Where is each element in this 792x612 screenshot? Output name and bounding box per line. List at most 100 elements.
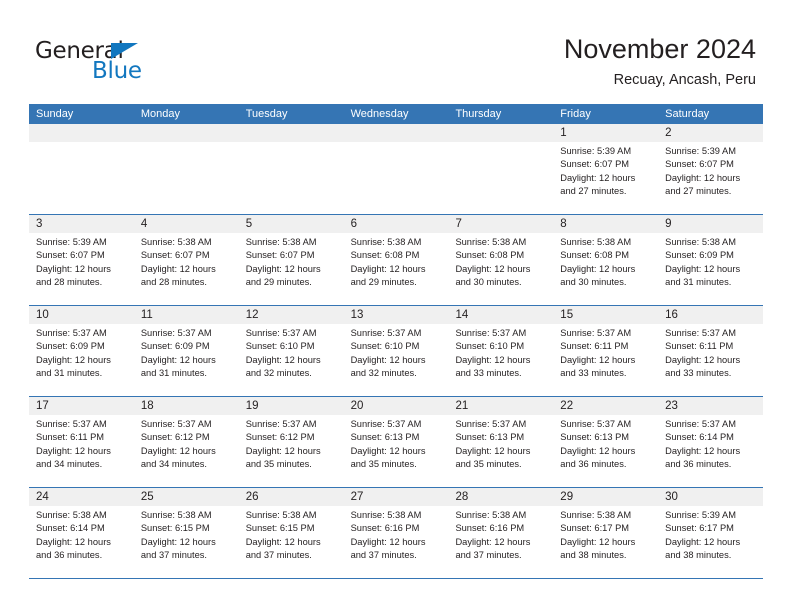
- day-cell[interactable]: 15 Sunrise: 5:37 AM Sunset: 6:11 PM Dayligh…: [553, 306, 659, 396]
- day-sunrise-text: Sunrise: 5:38 AM: [455, 510, 527, 520]
- day-sunrise-text: Sunrise: 5:39 AM: [560, 146, 632, 156]
- day-details: Sunrise: 5:37 AM Sunset: 6:11 PM Daylight:…: [553, 324, 658, 381]
- day-cell[interactable]: 11 Sunrise: 5:37 AM Sunset: 6:09 PM Dayligh…: [133, 306, 239, 396]
- title-block: November 2024 Recuay, Ancash, Peru: [564, 32, 756, 91]
- day-daylight2-text: and 29 minutes.: [350, 277, 417, 288]
- day-daylight2-text: and 32 minutes.: [350, 368, 417, 379]
- day-sunrise-text: Sunrise: 5:37 AM: [245, 419, 317, 429]
- day-daylight2-text: and 28 minutes.: [140, 277, 208, 288]
- day-number: [133, 124, 239, 142]
- day-cell[interactable]: 8 Sunrise: 5:38 AM Sunset: 6:08 PM Daylight…: [553, 215, 659, 305]
- day-sunrise-text: Sunrise: 5:37 AM: [350, 419, 422, 429]
- day-sunset-text: Sunset: 6:10 PM: [245, 341, 315, 352]
- day-cell[interactable]: 28 Sunrise: 5:38 AM Sunset: 6:16 PM Dayligh…: [448, 488, 554, 578]
- day-cell[interactable]: 22 Sunrise: 5:37 AM Sunset: 6:13 PM Dayligh…: [553, 397, 659, 487]
- day-daylight1-text: Daylight: 12 hours: [245, 536, 321, 547]
- day-daylight1-text: Daylight: 12 hours: [350, 354, 426, 365]
- day-daylight1-text: Daylight: 12 hours: [455, 263, 531, 274]
- day-daylight1-text: Daylight: 12 hours: [350, 536, 426, 547]
- day-details: Sunrise: 5:37 AM Sunset: 6:14 PM Daylight:…: [658, 415, 763, 472]
- day-details: [448, 142, 553, 145]
- day-sunset-text: Sunset: 6:07 PM: [560, 159, 630, 170]
- day-cell[interactable]: 3 Sunrise: 5:39 AM Sunset: 6:07 PM Daylight…: [29, 215, 134, 305]
- day-cell[interactable]: 27 Sunrise: 5:38 AM Sunset: 6:16 PM Dayligh…: [343, 488, 449, 578]
- day-details: Sunrise: 5:38 AM Sunset: 6:07 PM Daylight:…: [134, 233, 239, 290]
- day-details: Sunrise: 5:37 AM Sunset: 6:11 PM Daylight:…: [658, 324, 763, 381]
- day-daylight2-text: and 36 minutes.: [665, 459, 732, 470]
- day-sunrise-text: Sunrise: 5:37 AM: [36, 419, 107, 429]
- day-cell-empty: [133, 124, 239, 214]
- day-number: 24: [29, 488, 134, 506]
- day-cell[interactable]: 12 Sunrise: 5:37 AM Sunset: 6:10 PM Dayligh…: [238, 306, 344, 396]
- day-daylight1-text: Daylight: 12 hours: [350, 445, 426, 456]
- day-sunrise-text: Sunrise: 5:38 AM: [455, 237, 527, 247]
- day-sunrise-text: Sunrise: 5:38 AM: [560, 237, 632, 247]
- day-cell[interactable]: 30 Sunrise: 5:39 AM Sunset: 6:17 PM Dayligh…: [658, 488, 764, 578]
- calendar-week-row: 17 Sunrise: 5:37 AM Sunset: 6:11 PM Dayligh…: [29, 397, 764, 488]
- day-cell[interactable]: 6 Sunrise: 5:38 AM Sunset: 6:08 PM Daylight…: [343, 215, 449, 305]
- day-cell[interactable]: 25 Sunrise: 5:38 AM Sunset: 6:15 PM Dayligh…: [133, 488, 239, 578]
- day-cell[interactable]: 17 Sunrise: 5:37 AM Sunset: 6:11 PM Dayligh…: [29, 397, 134, 487]
- day-cell[interactable]: 16 Sunrise: 5:37 AM Sunset: 6:11 PM Dayligh…: [658, 306, 764, 396]
- day-sunrise-text: Sunrise: 5:37 AM: [245, 328, 317, 338]
- day-cell[interactable]: 24 Sunrise: 5:38 AM Sunset: 6:14 PM Dayligh…: [29, 488, 134, 578]
- day-details: Sunrise: 5:37 AM Sunset: 6:09 PM Daylight:…: [29, 324, 134, 381]
- day-details: Sunrise: 5:37 AM Sunset: 6:10 PM Daylight:…: [239, 324, 344, 381]
- day-daylight1-text: Daylight: 12 hours: [665, 445, 741, 456]
- day-sunrise-text: Sunrise: 5:38 AM: [665, 237, 736, 247]
- day-daylight1-text: Daylight: 12 hours: [665, 172, 741, 183]
- day-cell[interactable]: 7 Sunrise: 5:38 AM Sunset: 6:08 PM Daylight…: [448, 215, 554, 305]
- day-cell[interactable]: 1 Sunrise: 5:39 AM Sunset: 6:07 PM Daylight…: [553, 124, 659, 214]
- day-daylight1-text: Daylight: 12 hours: [665, 354, 741, 365]
- day-cell[interactable]: 2 Sunrise: 5:39 AM Sunset: 6:07 PM Daylight…: [658, 124, 764, 214]
- weekday-header-row: Sunday Monday Tuesday Wednesday Thursday Frid…: [29, 104, 763, 124]
- day-sunset-text: Sunset: 6:11 PM: [665, 341, 734, 352]
- day-cell[interactable]: 5 Sunrise: 5:38 AM Sunset: 6:07 PM Daylight…: [238, 215, 344, 305]
- day-cell[interactable]: 18 Sunrise: 5:37 AM Sunset: 6:12 PM Dayligh…: [133, 397, 239, 487]
- day-daylight1-text: Daylight: 12 hours: [36, 445, 111, 456]
- day-daylight1-text: Daylight: 12 hours: [665, 263, 741, 274]
- day-number: 12: [238, 306, 344, 324]
- day-cell[interactable]: 4 Sunrise: 5:38 AM Sunset: 6:07 PM Daylight…: [133, 215, 239, 305]
- day-number: 13: [343, 306, 449, 324]
- day-number: 27: [343, 488, 449, 506]
- day-cell-empty: [238, 124, 344, 214]
- day-sunrise-text: Sunrise: 5:37 AM: [665, 328, 736, 338]
- day-sunset-text: Sunset: 6:17 PM: [560, 523, 630, 534]
- day-sunset-text: Sunset: 6:15 PM: [245, 523, 315, 534]
- day-sunset-text: Sunset: 6:08 PM: [560, 250, 630, 261]
- day-cell[interactable]: 9 Sunrise: 5:38 AM Sunset: 6:09 PM Daylight…: [658, 215, 764, 305]
- day-cell[interactable]: 20 Sunrise: 5:37 AM Sunset: 6:13 PM Dayligh…: [343, 397, 449, 487]
- day-details: Sunrise: 5:38 AM Sunset: 6:16 PM Daylight:…: [344, 506, 449, 563]
- day-daylight2-text: and 30 minutes.: [560, 277, 627, 288]
- day-cell[interactable]: 23 Sunrise: 5:37 AM Sunset: 6:14 PM Dayligh…: [658, 397, 764, 487]
- day-cell[interactable]: 29 Sunrise: 5:38 AM Sunset: 6:17 PM Dayligh…: [553, 488, 659, 578]
- day-cell[interactable]: 26 Sunrise: 5:38 AM Sunset: 6:15 PM Dayligh…: [238, 488, 344, 578]
- day-sunrise-text: Sunrise: 5:39 AM: [665, 510, 736, 520]
- day-sunset-text: Sunset: 6:09 PM: [665, 250, 734, 261]
- weekday-header-sunday: Sunday: [36, 108, 74, 120]
- day-daylight2-text: and 33 minutes.: [665, 368, 732, 379]
- brand-logo[interactable]: General Blue: [35, 38, 235, 86]
- day-cell[interactable]: 13 Sunrise: 5:37 AM Sunset: 6:10 PM Dayligh…: [343, 306, 449, 396]
- day-details: Sunrise: 5:37 AM Sunset: 6:11 PM Daylight:…: [29, 415, 134, 472]
- day-sunrise-text: Sunrise: 5:37 AM: [665, 419, 736, 429]
- calendar-grid: Sunday Monday Tuesday Wednesday Thursday Frid…: [29, 104, 764, 579]
- day-number: 23: [658, 397, 764, 415]
- day-daylight2-text: and 33 minutes.: [455, 368, 522, 379]
- day-cell[interactable]: 19 Sunrise: 5:37 AM Sunset: 6:12 PM Dayligh…: [238, 397, 344, 487]
- day-sunset-text: Sunset: 6:10 PM: [350, 341, 420, 352]
- day-number: 2: [658, 124, 764, 142]
- day-sunrise-text: Sunrise: 5:38 AM: [245, 237, 317, 247]
- day-details: Sunrise: 5:37 AM Sunset: 6:10 PM Daylight:…: [344, 324, 449, 381]
- calendar-week-row: 3 Sunrise: 5:39 AM Sunset: 6:07 PM Daylight…: [29, 215, 764, 306]
- day-daylight1-text: Daylight: 12 hours: [350, 263, 426, 274]
- day-sunset-text: Sunset: 6:07 PM: [245, 250, 315, 261]
- day-cell[interactable]: 14 Sunrise: 5:37 AM Sunset: 6:10 PM Dayligh…: [448, 306, 554, 396]
- day-sunset-text: Sunset: 6:09 PM: [36, 341, 105, 352]
- day-daylight2-text: and 36 minutes.: [560, 459, 627, 470]
- day-cell[interactable]: 21 Sunrise: 5:37 AM Sunset: 6:13 PM Dayligh…: [448, 397, 554, 487]
- day-daylight2-text: and 36 minutes.: [36, 550, 103, 561]
- day-cell-empty: [29, 124, 134, 214]
- day-cell[interactable]: 10 Sunrise: 5:37 AM Sunset: 6:09 PM Dayligh…: [29, 306, 134, 396]
